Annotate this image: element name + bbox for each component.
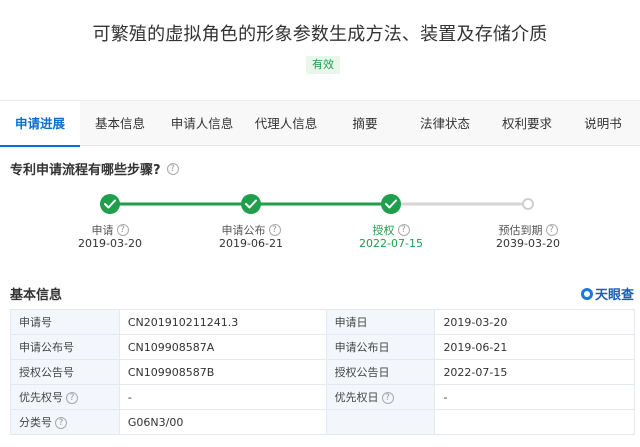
help-icon[interactable]: ? (66, 392, 78, 404)
field-label: 申请公布日 (325, 334, 436, 360)
field-label: 授权公告日 (325, 359, 436, 385)
field-label-with-help: 优先权日? (325, 384, 436, 410)
progress-timeline (100, 194, 534, 214)
tab-bar: 申请进展 基本信息 申请人信息 代理人信息 摘要 法律状态 权利要求 说明书 (0, 100, 640, 147)
step-check-icon (241, 194, 261, 214)
process-question-text: 专利申请流程有哪些步骤? (10, 163, 161, 178)
field-value: - (118, 384, 327, 410)
field-label: 申请号 (10, 309, 120, 335)
step-label: 申请公布? (201, 222, 301, 238)
field-value: 2022-07-15 (434, 359, 635, 385)
tab-abstract[interactable]: 摘要 (328, 101, 402, 146)
eye-icon (580, 287, 593, 300)
step-date: 2019-03-20 (78, 237, 142, 250)
status-badge: 有效 (306, 56, 340, 74)
tab-legal-status[interactable]: 法律状态 (402, 101, 488, 146)
field-value: CN109908587B (118, 359, 327, 385)
table-row: 申请公布号 CN109908587A 申请公布日 2019-06-21 (10, 334, 635, 360)
field-value (434, 409, 635, 435)
step-date: 2022-07-15 (359, 237, 423, 250)
tab-claims[interactable]: 权利要求 (488, 101, 566, 146)
help-icon[interactable]: ? (268, 224, 281, 236)
table-row: 授权公告号 CN109908587B 授权公告日 2022-07-15 (10, 359, 635, 385)
table-row: 申请号 CN201910211241.3 申请日 2019-03-20 (10, 309, 635, 335)
step-date: 2019-06-21 (219, 237, 283, 250)
page-title: 可繁殖的虚拟角色的形象参数生成方法、装置及存储介质 (92, 24, 548, 45)
field-label: 授权公告号 (10, 359, 120, 385)
table-row: 分类号? G06N3/00 (10, 409, 635, 435)
step-label: 申请? (60, 222, 160, 238)
field-value: 2019-03-20 (434, 309, 635, 335)
help-icon[interactable]: ? (55, 417, 67, 429)
step-check-icon (100, 194, 120, 214)
tab-progress[interactable]: 申请进展 (0, 101, 80, 147)
tab-basic-info[interactable]: 基本信息 (80, 101, 160, 146)
help-icon[interactable]: ? (116, 224, 129, 236)
tab-agent-info[interactable]: 代理人信息 (244, 101, 328, 146)
step-check-icon (381, 194, 401, 214)
brand-name: 天眼查 (594, 288, 634, 303)
process-question: 专利申请流程有哪些步骤? ? (10, 159, 179, 178)
help-icon[interactable]: ? (166, 162, 179, 175)
help-icon[interactable]: ? (545, 224, 558, 236)
field-label-with-help: 优先权号? (10, 384, 120, 410)
help-icon[interactable]: ? (381, 392, 394, 404)
field-value: CN109908587A (118, 334, 327, 360)
step-label: 预估到期? (478, 222, 578, 238)
field-label: 申请公布号 (10, 334, 120, 360)
step-date: 2039-03-20 (496, 237, 560, 250)
basic-info-table: 申请号 CN201910211241.3 申请日 2019-03-20 申请公布… (10, 309, 635, 435)
tab-description[interactable]: 说明书 (566, 101, 640, 146)
table-row: 优先权号? - 优先权日? - (10, 384, 635, 410)
field-label-with-help: 分类号? (10, 409, 120, 435)
step-label: 授权? (341, 222, 441, 238)
field-label (325, 409, 436, 435)
step-pending-icon (522, 198, 534, 210)
field-value: CN201910211241.3 (118, 309, 327, 335)
help-icon[interactable]: ? (397, 224, 410, 236)
classification-link[interactable]: G06N3/00 (118, 409, 327, 435)
field-value: - (434, 384, 635, 410)
brand-logo[interactable]: 天眼查 (580, 284, 634, 303)
section-title: 基本信息 (10, 288, 63, 303)
field-label: 申请日 (325, 309, 436, 335)
tab-applicant-info[interactable]: 申请人信息 (160, 101, 244, 146)
field-value: 2019-06-21 (434, 334, 635, 360)
